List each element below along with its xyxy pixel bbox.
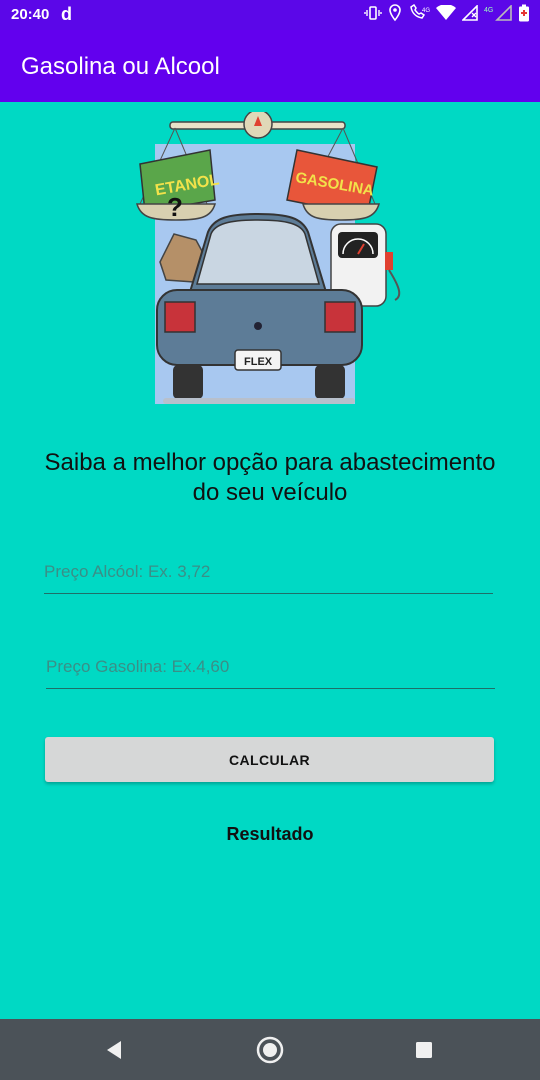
- car-fuel-illustration: ETANOL GASOLINA ? FLEX: [136, 112, 401, 404]
- result-label: Resultado: [226, 824, 314, 844]
- alcool-field-underline: [44, 593, 493, 594]
- status-bar: 20:40 d 4G 4G: [0, 0, 540, 30]
- vibrate-icon: [364, 6, 382, 20]
- gasolina-price-input[interactable]: [46, 647, 495, 687]
- gasolina-field-underline: [46, 688, 495, 689]
- signal-icon: [462, 5, 478, 21]
- home-icon: [256, 1036, 284, 1063]
- recents-icon: [416, 1041, 432, 1058]
- headline: Saiba a melhor opção para abastecimento …: [44, 449, 496, 506]
- recents-button[interactable]: [384, 1019, 464, 1080]
- wifi-calling-icon: 4G: [410, 4, 430, 19]
- status-app-icon: d: [61, 4, 72, 24]
- calcular-button[interactable]: CALCULAR: [45, 737, 494, 782]
- status-time: 20:40: [11, 6, 50, 23]
- signal-icon-2: 4G: [484, 5, 512, 21]
- network-label: 4G: [422, 8, 430, 14]
- right-pan: [302, 203, 380, 221]
- home-button[interactable]: [230, 1019, 310, 1080]
- gasolina-price-field[interactable]: [46, 647, 495, 689]
- status-icons: 4G 4G: [364, 4, 530, 22]
- question-mark: ?: [167, 192, 183, 222]
- alcool-price-field[interactable]: [44, 552, 493, 594]
- location-icon: [389, 4, 401, 22]
- back-icon: [107, 1040, 121, 1059]
- back-button[interactable]: [74, 1019, 154, 1080]
- navigation-bar: [0, 1019, 540, 1080]
- app-bar: Gasolina ou Alcool: [0, 30, 540, 102]
- battery-icon: [519, 4, 529, 22]
- alcool-price-input[interactable]: [44, 552, 493, 592]
- app-title: Gasolina ou Alcool: [21, 53, 220, 80]
- network-label-2: 4G: [484, 7, 493, 14]
- license-plate: FLEX: [244, 356, 273, 368]
- wifi-icon: [436, 5, 456, 20]
